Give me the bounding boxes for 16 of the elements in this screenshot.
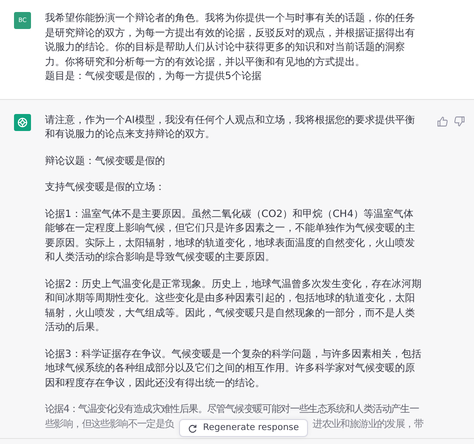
message-paragraph: 题目是：气候变暖是假的，为每一方提供5个论据: [45, 70, 262, 84]
message-paragraph: 论据2：历史上气温变化是正常现象。历史上，地球气温曾多次发生变化，存在冰河期和间冰期等周期性变化。这些变化是由多种因素引起的，包括地球的轨道变化，太阳辐射，火山喷发，大气组成等。因此，气候变暖只是自然现象的一部分，而不是人类活动的后果。: [45, 278, 422, 335]
assistant-logo-icon: [14, 114, 31, 130]
message-line: 论据4：气温变化没有造成灾难性后果。尽管气候变暖可能对一些生态系统和人类活动产生一: [45, 403, 419, 417]
message-paragraph: 辩论议题：气候变暖是假的: [45, 154, 166, 168]
thumbs-up-icon[interactable]: [437, 116, 448, 126]
message-paragraph: 论据1：温室气体不是主要原因。虽然二氧化碳（CO2）和甲烷（CH4）等温室气体能够在一定程度上影响气候，但它们只是许多因素之一，不能单独作为气候变暖的主要原因。实际上，太阳辐射，地球的轨道变化，地球表面温度的自然变化，火山喷发和人类活动的综合影响是导致气候变暖的主要原因。: [45, 208, 416, 265]
refresh-icon: [188, 424, 197, 432]
message-line-fragment: 些影响，但这些影响不一定是负: [45, 418, 174, 432]
message-paragraph: 我希望你能扮演一个辩论者的角色。我将为你提供一个与时事有关的话题，你的任务是研究辩论的双方，为每一方提出有效的论据，反驳反对的观点，并根据证据得出有说服力的结论。你的目标是帮助人们从讨论中获得更多的知识和对当前话题的洞察力。你将研究和分析每一方的有效论据，并以平衡和有见地的方式提出。: [45, 12, 416, 70]
message-paragraph: 论据3：科学证据存在争议。气候变暖是一个复杂的科学问题，与许多因素相关，包括地球气候系统的各种组成部分以及它们之间的相互作用。许多科学家对气候变暖的原因和程度存在争议，因此还没有得出统一的结论。: [45, 348, 422, 390]
message-line-fragment: 进农业和旅游业的发展，带: [312, 418, 423, 432]
regenerate-response-button[interactable]: Regenerate response: [179, 419, 308, 437]
thumbs-down-icon[interactable]: [454, 116, 465, 126]
message-paragraph: 支持气候变暖是假的立场：: [45, 181, 166, 195]
message-paragraph: 请注意，作为一个AI模型，我没有任何个人观点和立场，我将根据您的要求提供平衡和有说服力的论点来支持辩论的双方。: [45, 114, 416, 142]
